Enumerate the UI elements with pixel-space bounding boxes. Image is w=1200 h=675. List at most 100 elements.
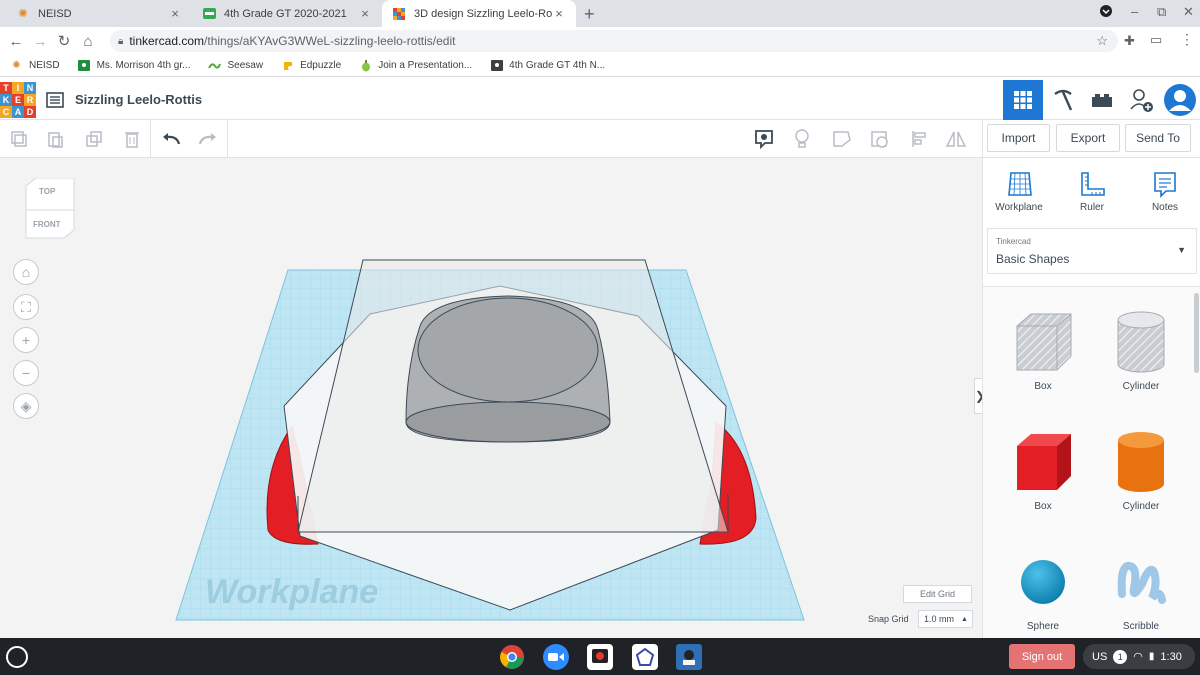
bookmark-label: Ms. Morrison 4th gr... <box>96 60 191 71</box>
comment-icon[interactable] <box>751 126 777 152</box>
duplicate-icon[interactable] <box>81 126 107 152</box>
screencastify-icon[interactable] <box>587 644 613 670</box>
ruler-tool[interactable]: Ruler <box>1062 168 1122 213</box>
cylinder-icon <box>1101 427 1181 497</box>
zoom-in-icon[interactable]: + <box>13 327 39 353</box>
align-icon[interactable] <box>906 126 932 152</box>
home-view-icon[interactable]: ⌂ <box>13 259 39 285</box>
polypad-icon[interactable] <box>632 644 658 670</box>
battery-icon: ▮ <box>1148 651 1155 662</box>
copy-icon[interactable] <box>6 126 32 152</box>
design-title[interactable]: Sizzling Leelo-Rottis <box>75 92 202 107</box>
shape-box-hole[interactable]: Box <box>1003 307 1083 392</box>
bookmark-edpuzzle[interactable]: Edpuzzle <box>281 59 341 72</box>
browser-tab-4th-grade[interactable]: 4th Grade GT 2020-2021 × <box>192 0 382 27</box>
perspective-icon[interactable]: ◈ <box>13 393 39 419</box>
shape-outline-icon[interactable] <box>829 126 855 152</box>
browser-tab-neisd[interactable]: ✺ NEISD × <box>6 0 192 27</box>
hole-shape-icon[interactable] <box>867 126 893 152</box>
chrome-icon[interactable] <box>499 644 525 670</box>
bricks-icon[interactable] <box>1082 80 1122 120</box>
shape-box[interactable]: Box <box>1003 427 1083 512</box>
back-icon[interactable]: ← <box>4 33 28 50</box>
status-tray[interactable]: US 1 ◠ ▮ 1:30 <box>1083 644 1195 669</box>
url-host: tinkercad.com <box>129 34 205 48</box>
caret-icon: ▲ <box>961 615 968 623</box>
view-cube-front[interactable]: FRONT <box>33 220 61 229</box>
shape-library-select[interactable]: Tinkercad Basic Shapes ▼ <box>987 228 1197 274</box>
notes-tool[interactable]: Notes <box>1135 168 1195 213</box>
snap-grid-select[interactable]: 1.0 mm ▲ <box>918 610 973 628</box>
view-cube[interactable]: TOP FRONT <box>24 177 76 243</box>
snap-grid-value: 1.0 mm <box>924 614 955 624</box>
shape-label: Cylinder <box>1122 501 1160 512</box>
bookmark-star-icon[interactable]: ☆ <box>1096 33 1108 49</box>
view-cube-top[interactable]: TOP <box>39 187 55 196</box>
shape-cylinder-hole[interactable]: Cylinder <box>1101 307 1181 392</box>
add-user-icon[interactable] <box>1121 80 1161 120</box>
zoom-icon[interactable] <box>543 644 569 670</box>
home-icon[interactable]: ⌂ <box>76 33 100 50</box>
import-button[interactable]: Import <box>987 124 1050 152</box>
cylinder-hole-icon <box>1101 307 1181 377</box>
fit-view-icon[interactable]: ⛶ <box>13 294 39 320</box>
address-bar: ← → ↻ ⌂ 🔒︎ tinkercad.com/things/aKYAvG3W… <box>0 27 1200 55</box>
design-list-icon[interactable] <box>46 92 64 111</box>
toolbar-divider <box>982 120 983 158</box>
mirror-icon[interactable] <box>943 126 969 152</box>
redo-icon[interactable] <box>195 126 221 152</box>
lightbulb-icon[interactable] <box>789 126 815 152</box>
bookmark-label: Edpuzzle <box>300 60 342 71</box>
paste-icon[interactable] <box>42 126 68 152</box>
close-window-icon[interactable]: ✕ <box>1183 4 1194 20</box>
edit-grid-button[interactable]: Edit Grid <box>903 585 972 603</box>
shape-cylinder[interactable]: Cylinder <box>1101 427 1181 512</box>
app-icon[interactable] <box>676 644 702 670</box>
extensions-icon[interactable]: ✚ <box>1124 33 1135 49</box>
browser-tab-tinkercad[interactable]: 3D design Sizzling Leelo-Rottis | × <box>382 0 576 27</box>
tinkercad-header: T I N K E R C A D Sizzling Leelo-Rottis <box>0 80 1200 120</box>
3d-design-view-icon[interactable] <box>1003 80 1043 120</box>
close-icon[interactable]: × <box>168 6 182 21</box>
cast-icon[interactable]: ▭ <box>1150 32 1162 48</box>
trash-icon[interactable] <box>119 126 145 152</box>
launcher-icon[interactable] <box>6 646 28 668</box>
sign-out-button[interactable]: Sign out <box>1009 644 1075 669</box>
avatar[interactable] <box>1160 80 1200 120</box>
send-to-button[interactable]: Send To <box>1125 124 1191 152</box>
close-icon[interactable]: × <box>358 6 372 21</box>
restore-icon[interactable]: ⧉ <box>1157 4 1166 20</box>
shape-label: Scribble <box>1122 621 1160 632</box>
export-button[interactable]: Export <box>1056 124 1120 152</box>
tab-search-icon[interactable] <box>1099 4 1113 21</box>
minimize-icon[interactable]: – <box>1131 4 1138 19</box>
seesaw-icon <box>208 59 222 72</box>
url-field[interactable]: 🔒︎ tinkercad.com/things/aKYAvG3WWeL-sizz… <box>110 30 1118 52</box>
forward-icon[interactable]: → <box>28 33 52 50</box>
new-tab-button[interactable]: + <box>584 4 595 25</box>
bookmark-ms-morrison[interactable]: Ms. Morrison 4th gr... <box>78 59 191 72</box>
zoom-out-icon[interactable]: − <box>13 360 39 386</box>
shape-sphere[interactable]: Sphere <box>1003 547 1083 632</box>
panel-scrollbar[interactable] <box>1194 293 1199 373</box>
reload-icon[interactable]: ↻ <box>52 32 76 50</box>
close-icon[interactable]: × <box>552 6 566 21</box>
cylinder-top <box>417 297 599 403</box>
tinkercad-logo[interactable]: T I N K E R C A D <box>0 82 36 118</box>
bookmark-label: Seesaw <box>227 60 264 71</box>
toolbar-divider <box>227 120 228 158</box>
workplane-tool[interactable]: Workplane <box>989 168 1049 213</box>
library-name: Basic Shapes <box>996 252 1070 266</box>
bookmark-neisd[interactable]: ✺ NEISD <box>10 59 59 72</box>
menu-icon[interactable]: ⋮ <box>1180 31 1194 48</box>
bookmark-join-presentation[interactable]: Join a Presentation... <box>359 59 472 72</box>
nearpod-icon <box>359 59 372 72</box>
logo-letter: D <box>24 106 36 118</box>
undo-icon[interactable] <box>158 126 184 152</box>
os-shelf: Sign out US 1 ◠ ▮ 1:30 <box>0 638 1200 675</box>
bookmark-4th-grade-gt[interactable]: 4th Grade GT 4th N... <box>490 59 605 72</box>
bookmark-seesaw[interactable]: Seesaw <box>208 59 263 72</box>
3d-viewport[interactable]: Workplane TOP FRONT ⌂ ⛶ + − ◈ Edit Grid … <box>0 158 982 638</box>
pickaxe-icon[interactable] <box>1043 80 1083 120</box>
shape-scribble[interactable]: Scribble <box>1101 547 1181 632</box>
